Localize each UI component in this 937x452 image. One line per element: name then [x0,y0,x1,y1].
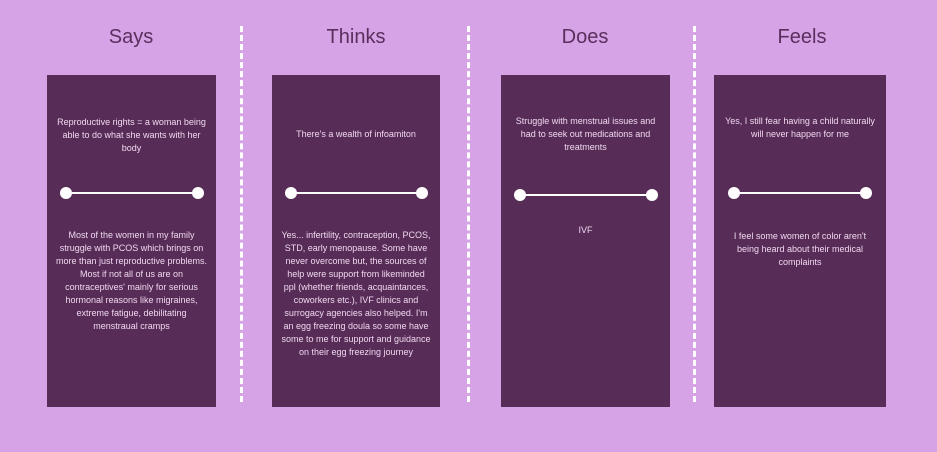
slider-handle-right[interactable] [646,189,658,201]
slider[interactable] [514,189,658,201]
card-does: Struggle with menstrual issues and had t… [501,75,670,407]
card-feels: Yes, I still fear having a child natural… [714,75,886,407]
slider-handle-left[interactable] [728,187,740,199]
column-title-feels: Feels [777,26,827,48]
slider-handle-left[interactable] [285,187,297,199]
card-top-text: There's a wealth of infoamiton [296,129,416,139]
card-bottom-text: Yes... infertility, contraception, PCOS,… [281,230,431,357]
slider-handle-left[interactable] [60,187,72,199]
card-top-text: Reproductive rights = a woman being able… [57,117,206,153]
column-divider [467,26,470,402]
slider[interactable] [285,187,428,199]
card-bottom-text: IVF [578,225,593,235]
card-says: Reproductive rights = a woman being able… [47,75,216,407]
slider-handle-right[interactable] [192,187,204,199]
slider[interactable] [60,187,204,199]
slider-handle-left[interactable] [514,189,526,201]
column-divider [240,26,243,402]
card-bottom-text: Most of the women in my family struggle … [55,230,208,331]
column-title-says: Says [108,26,154,48]
card-bottom-text: I feel some women of color aren't being … [733,231,867,267]
slider-handle-right[interactable] [416,187,428,199]
slider-handle-right[interactable] [860,187,872,199]
card-top-text: Yes, I still fear having a child natural… [725,116,875,139]
column-title-does: Does [561,26,609,48]
column-divider [693,26,696,402]
column-title-thinks: Thinks [326,26,386,48]
card-thinks: There's a wealth of infoamiton Yes... in… [272,75,440,407]
slider[interactable] [728,187,872,199]
card-top-text: Struggle with menstrual issues and had t… [515,116,656,152]
